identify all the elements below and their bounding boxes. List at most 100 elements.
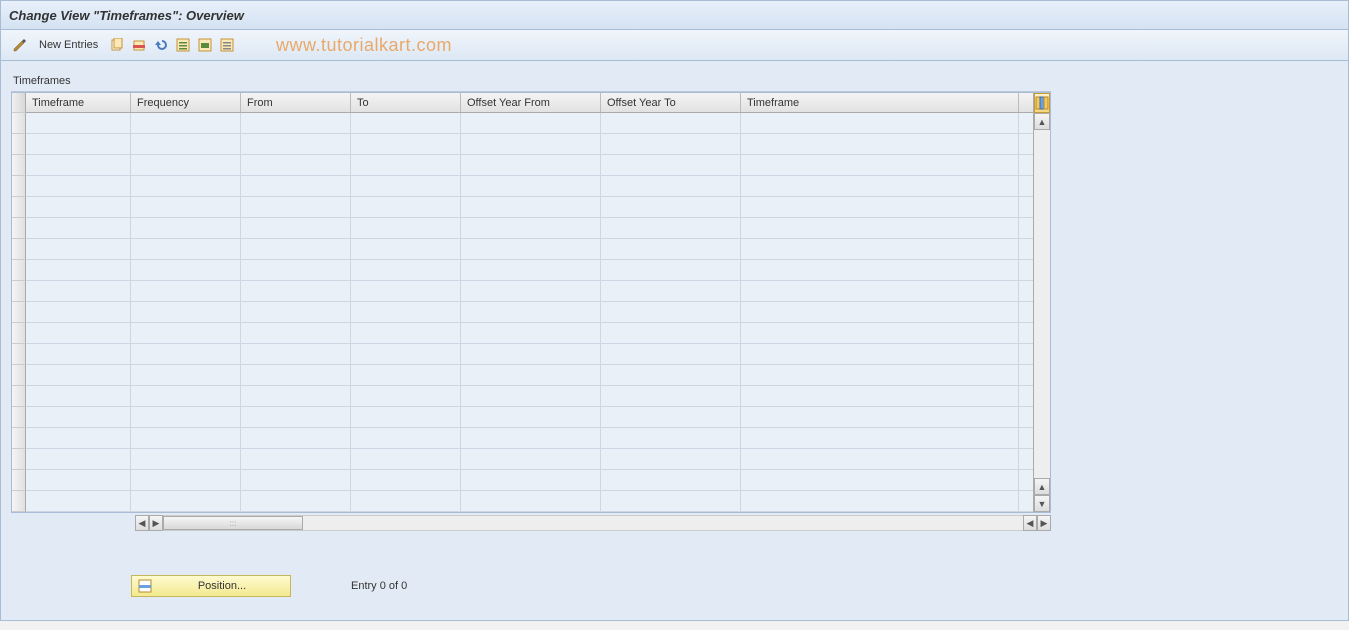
table-cell[interactable] bbox=[26, 155, 131, 175]
table-cell[interactable] bbox=[461, 344, 601, 364]
table-cell[interactable] bbox=[351, 239, 461, 259]
table-cell[interactable] bbox=[351, 470, 461, 490]
configure-columns-icon[interactable] bbox=[1034, 93, 1050, 113]
table-cell[interactable] bbox=[131, 407, 241, 427]
row-selector[interactable] bbox=[12, 197, 26, 218]
table-cell[interactable] bbox=[241, 176, 351, 196]
table-cell[interactable] bbox=[241, 491, 351, 511]
table-cell[interactable] bbox=[241, 113, 351, 133]
table-cell[interactable] bbox=[351, 113, 461, 133]
table-cell[interactable] bbox=[741, 239, 1019, 259]
table-cell[interactable] bbox=[241, 260, 351, 280]
scroll-up2-icon[interactable]: ▲ bbox=[1034, 478, 1050, 495]
deselect-all-icon[interactable] bbox=[218, 36, 236, 54]
table-cell[interactable] bbox=[241, 428, 351, 448]
table-cell[interactable] bbox=[741, 470, 1019, 490]
row-selector[interactable] bbox=[12, 407, 26, 428]
row-selector[interactable] bbox=[12, 491, 26, 512]
table-cell[interactable] bbox=[351, 407, 461, 427]
table-cell[interactable] bbox=[26, 239, 131, 259]
table-cell[interactable] bbox=[601, 281, 741, 301]
table-cell[interactable] bbox=[26, 197, 131, 217]
table-cell[interactable] bbox=[601, 344, 741, 364]
select-all-icon[interactable] bbox=[174, 36, 192, 54]
table-cell[interactable] bbox=[741, 302, 1019, 322]
col-header-to[interactable]: To bbox=[351, 93, 461, 112]
table-cell[interactable] bbox=[461, 428, 601, 448]
scroll-thumb-h[interactable]: ::: bbox=[163, 516, 303, 530]
table-cell[interactable] bbox=[131, 449, 241, 469]
table-cell[interactable] bbox=[601, 197, 741, 217]
table-cell[interactable] bbox=[351, 218, 461, 238]
table-cell[interactable] bbox=[601, 407, 741, 427]
table-cell[interactable] bbox=[131, 323, 241, 343]
table-cell[interactable] bbox=[741, 407, 1019, 427]
table-cell[interactable] bbox=[461, 365, 601, 385]
table-cell[interactable] bbox=[26, 281, 131, 301]
scroll-left-end-icon[interactable]: ◀ bbox=[135, 515, 149, 531]
table-cell[interactable] bbox=[241, 407, 351, 427]
table-cell[interactable] bbox=[741, 218, 1019, 238]
table-cell[interactable] bbox=[461, 281, 601, 301]
scroll-left-icon[interactable]: ▶ bbox=[149, 515, 163, 531]
row-selector[interactable] bbox=[12, 449, 26, 470]
table-cell[interactable] bbox=[241, 239, 351, 259]
toggle-change-icon[interactable] bbox=[11, 36, 29, 54]
table-cell[interactable] bbox=[741, 155, 1019, 175]
table-cell[interactable] bbox=[741, 386, 1019, 406]
table-cell[interactable] bbox=[601, 365, 741, 385]
table-cell[interactable] bbox=[351, 197, 461, 217]
table-cell[interactable] bbox=[741, 491, 1019, 511]
table-cell[interactable] bbox=[351, 323, 461, 343]
row-selector[interactable] bbox=[12, 323, 26, 344]
undo-icon[interactable] bbox=[152, 36, 170, 54]
table-cell[interactable] bbox=[241, 155, 351, 175]
table-cell[interactable] bbox=[241, 386, 351, 406]
table-cell[interactable] bbox=[351, 281, 461, 301]
table-cell[interactable] bbox=[461, 407, 601, 427]
table-cell[interactable] bbox=[601, 302, 741, 322]
table-cell[interactable] bbox=[241, 365, 351, 385]
table-cell[interactable] bbox=[741, 281, 1019, 301]
scroll-track-h-right[interactable] bbox=[319, 515, 1023, 531]
position-button[interactable]: Position... bbox=[131, 575, 291, 597]
col-header-timeframe[interactable]: Timeframe bbox=[26, 93, 131, 112]
table-cell[interactable] bbox=[741, 428, 1019, 448]
new-entries-button[interactable]: New Entries bbox=[33, 39, 104, 51]
table-cell[interactable] bbox=[351, 176, 461, 196]
table-cell[interactable] bbox=[131, 113, 241, 133]
table-cell[interactable] bbox=[26, 323, 131, 343]
table-cell[interactable] bbox=[461, 260, 601, 280]
table-cell[interactable] bbox=[741, 344, 1019, 364]
table-cell[interactable] bbox=[131, 218, 241, 238]
table-cell[interactable] bbox=[131, 197, 241, 217]
table-cell[interactable] bbox=[461, 113, 601, 133]
table-cell[interactable] bbox=[131, 428, 241, 448]
table-cell[interactable] bbox=[241, 470, 351, 490]
scroll-down-icon[interactable]: ▼ bbox=[1034, 495, 1050, 512]
table-cell[interactable] bbox=[351, 386, 461, 406]
scroll-track-h-left[interactable]: ::: bbox=[163, 515, 319, 531]
table-cell[interactable] bbox=[461, 155, 601, 175]
table-cell[interactable] bbox=[461, 470, 601, 490]
table-cell[interactable] bbox=[601, 113, 741, 133]
row-selector[interactable] bbox=[12, 470, 26, 491]
table-cell[interactable] bbox=[461, 176, 601, 196]
table-cell[interactable] bbox=[26, 344, 131, 364]
col-header-timeframe-desc[interactable]: Timeframe bbox=[741, 93, 1019, 112]
table-cell[interactable] bbox=[26, 428, 131, 448]
table-cell[interactable] bbox=[461, 323, 601, 343]
table-cell[interactable] bbox=[601, 218, 741, 238]
table-cell[interactable] bbox=[241, 197, 351, 217]
row-selector[interactable] bbox=[12, 239, 26, 260]
row-selector[interactable] bbox=[12, 365, 26, 386]
table-cell[interactable] bbox=[461, 491, 601, 511]
row-selector[interactable] bbox=[12, 344, 26, 365]
table-cell[interactable] bbox=[351, 365, 461, 385]
table-cell[interactable] bbox=[241, 449, 351, 469]
table-cell[interactable] bbox=[26, 407, 131, 427]
table-cell[interactable] bbox=[741, 134, 1019, 154]
table-cell[interactable] bbox=[351, 428, 461, 448]
table-cell[interactable] bbox=[26, 470, 131, 490]
table-cell[interactable] bbox=[131, 344, 241, 364]
